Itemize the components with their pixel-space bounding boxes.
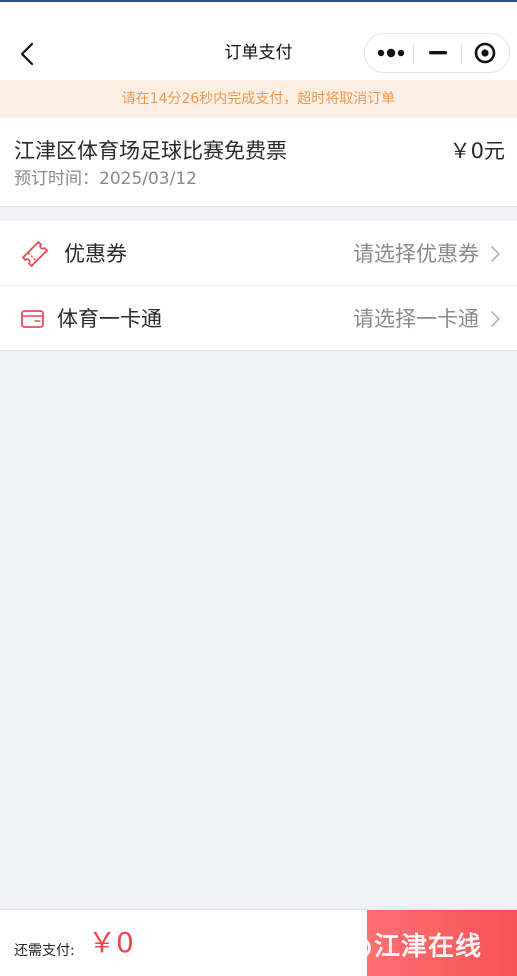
chevron-right-icon	[491, 311, 500, 327]
watermark-text: 江津在线	[374, 932, 483, 962]
amount-due-label: 还需支付:	[14, 943, 75, 959]
sports-card-label: 体育一卡通	[57, 307, 162, 331]
coupon-selector[interactable]: 优惠券 请选择优惠券	[0, 221, 517, 286]
close-button[interactable]	[461, 34, 511, 72]
card-wallet-icon	[21, 310, 44, 328]
payment-countdown-notice: 请在14分26秒内完成支付，超时将取消订单	[0, 80, 517, 118]
order-title: 江津区体育场足球比赛免费票	[14, 139, 287, 163]
target-circle-icon	[474, 42, 496, 64]
amount-due-value: ￥0	[88, 926, 134, 959]
sports-card-value: 请选择一卡通	[353, 307, 479, 331]
order-summary-card: 江津区体育场足球比赛免费票 ￥0元 预订时间：2025/03/12	[0, 118, 517, 207]
mini-program-capsule	[364, 33, 510, 73]
more-button[interactable]	[365, 34, 415, 72]
watermark-logo-icon	[351, 938, 371, 958]
coupon-ticket-icon	[22, 241, 48, 267]
order-price: ￥0元	[449, 139, 505, 163]
minimize-button[interactable]	[413, 34, 463, 72]
more-dots-icon	[377, 48, 405, 58]
order-booking-time: 预订时间：2025/03/12	[14, 169, 197, 189]
coupon-value: 请选择优惠券	[353, 242, 479, 266]
nav-bar: 订单支付	[0, 2, 517, 80]
minus-icon	[429, 51, 447, 55]
chevron-right-icon	[491, 246, 500, 262]
sports-card-selector[interactable]: 体育一卡通 请选择一卡通	[0, 286, 517, 351]
coupon-label: 优惠券	[64, 242, 127, 266]
